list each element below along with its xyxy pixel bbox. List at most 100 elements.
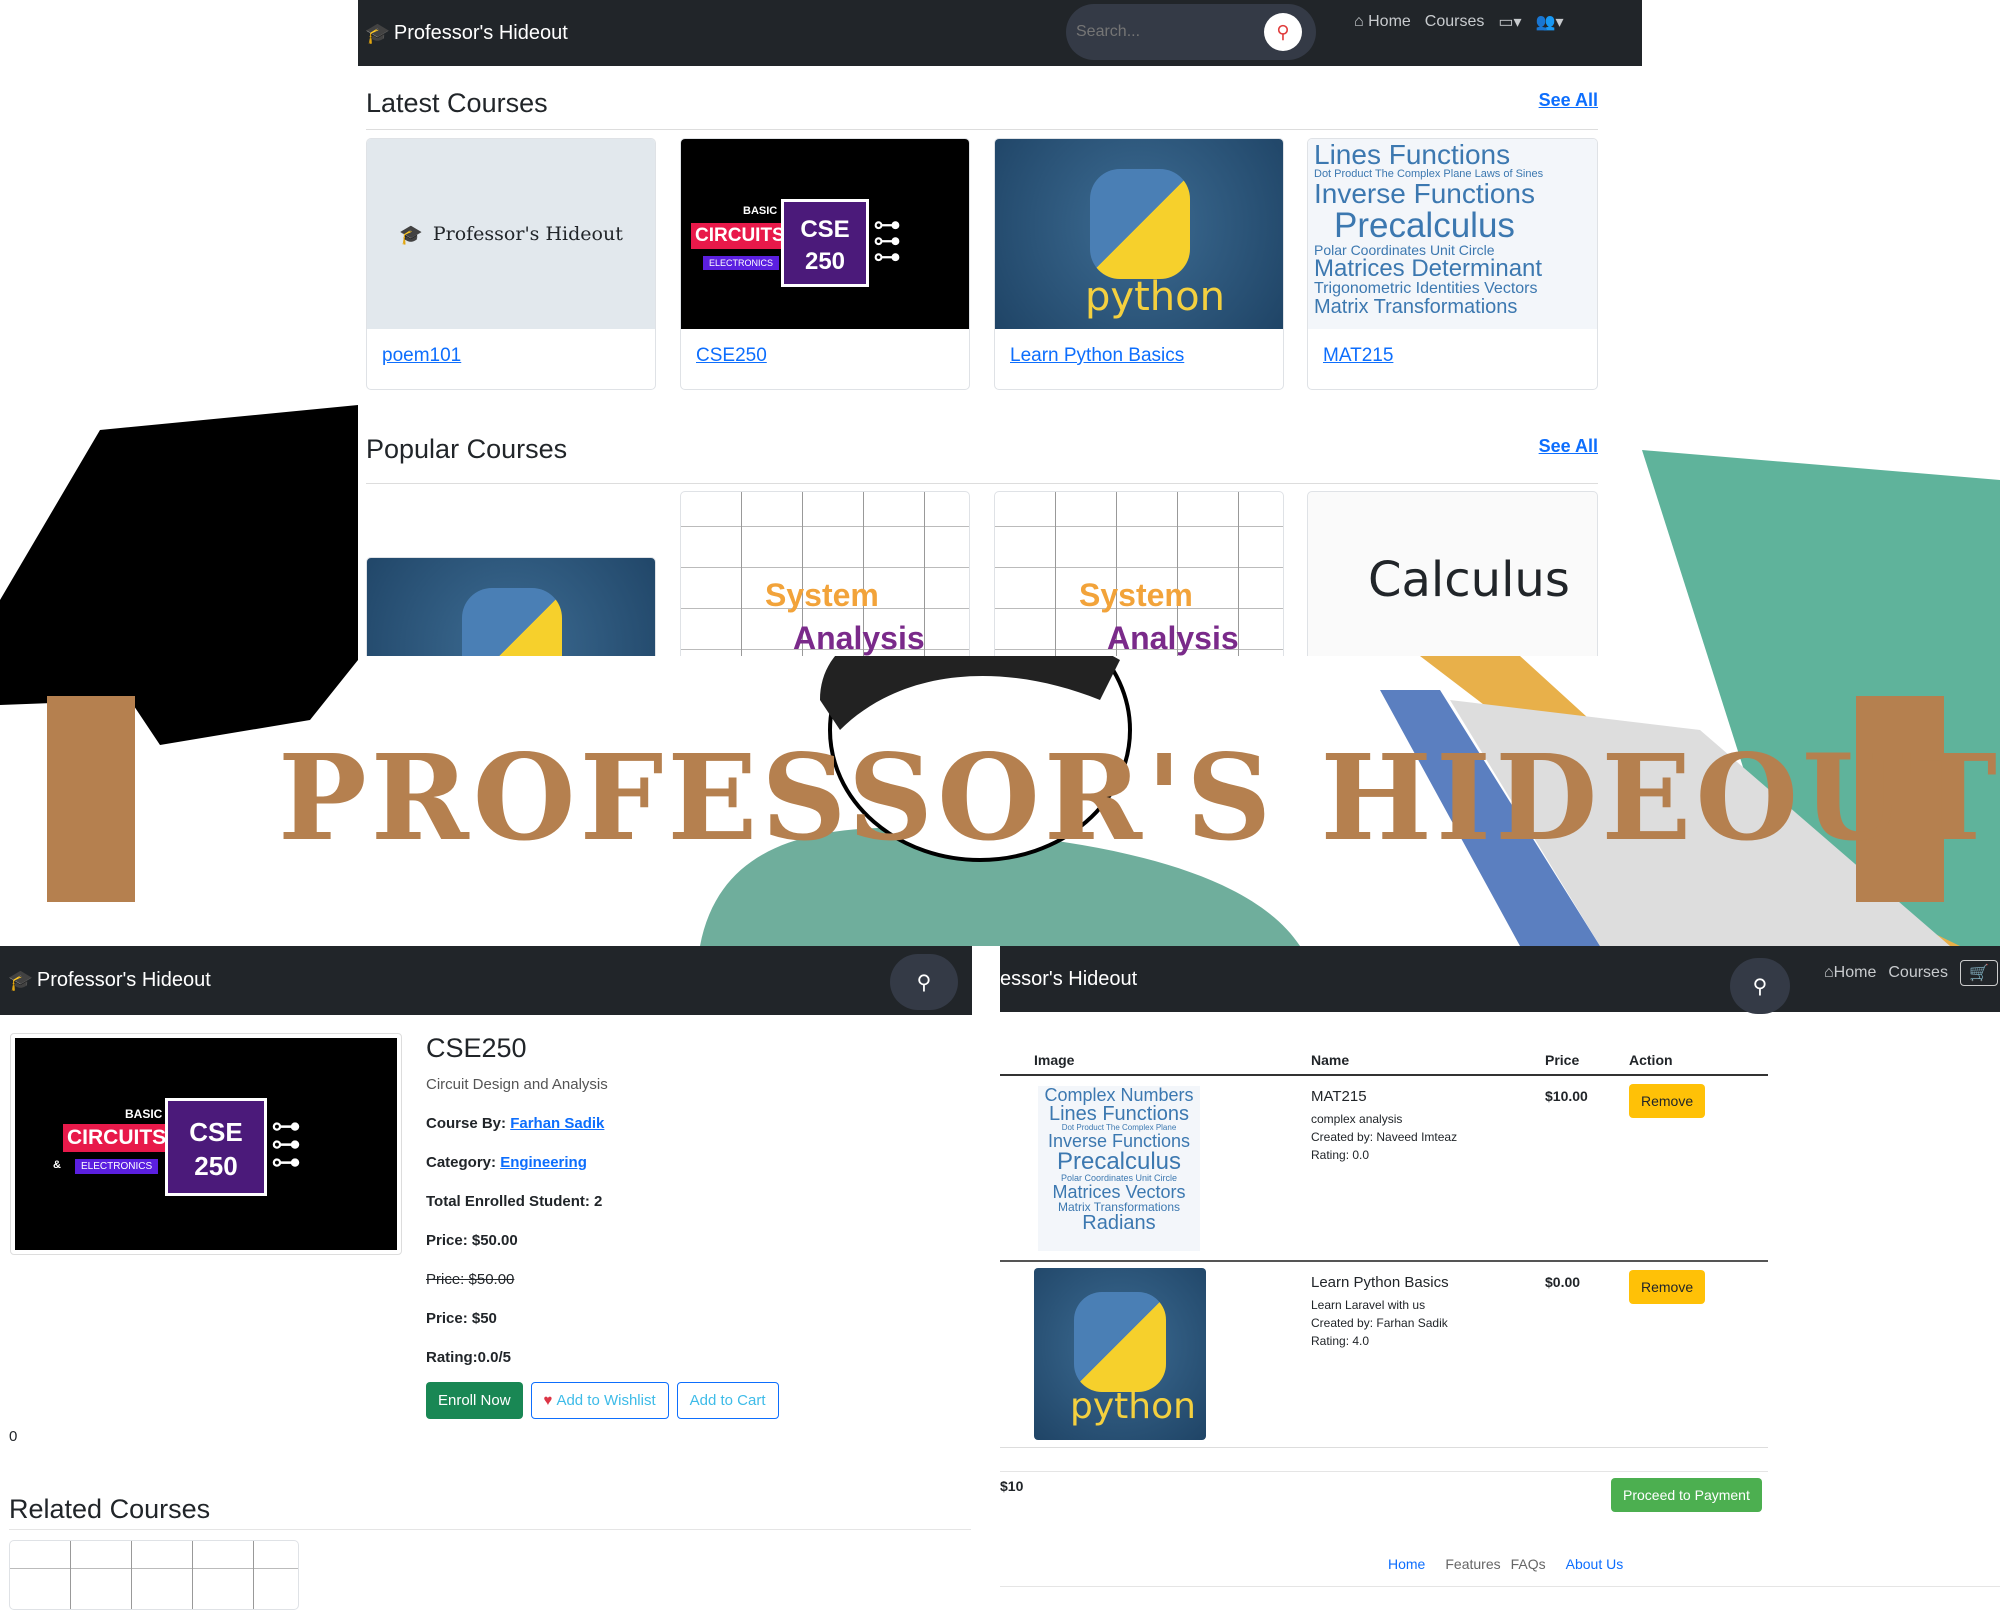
cart-icon[interactable]: 🛒 bbox=[1959, 960, 1998, 986]
wishlist-label: Add to Wishlist bbox=[556, 1392, 656, 1409]
item-desc: complex analysis bbox=[1311, 1112, 1403, 1126]
search-input[interactable] bbox=[1076, 23, 1256, 41]
brand-link[interactable]: 🎓 Professor's Hideout bbox=[365, 21, 568, 46]
wc-word: Radians bbox=[1082, 1212, 1156, 1234]
calculus-word: Calculus bbox=[1368, 552, 1570, 608]
instructor-link[interactable]: Farhan Sadik bbox=[510, 1115, 604, 1132]
add-to-cart-button[interactable]: Add to Cart bbox=[676, 1382, 779, 1419]
enrolled-count: Total Enrolled Student: 2 bbox=[426, 1193, 603, 1210]
course-detail-page: 🎓 Professor's Hideout ⚲ BASIC CIRCUITS & … bbox=[0, 946, 972, 1610]
item-price: $10.00 bbox=[1545, 1088, 1588, 1104]
course-card[interactable]: 🎓 Professor's Hideout poem101 bbox=[366, 138, 656, 390]
category-label: Category: bbox=[426, 1154, 497, 1171]
circuits-label: CIRCUITS bbox=[63, 1124, 171, 1152]
course-card[interactable]: Lines Functions Dot Product The Complex … bbox=[1307, 138, 1598, 390]
item-name: MAT215 bbox=[1311, 1088, 1367, 1105]
brand-text[interactable]: essor's Hideout bbox=[1000, 968, 1137, 991]
footer-links: Home Features FAQs About Us bbox=[1388, 1556, 1623, 1572]
wc-word: Lines Functions bbox=[1314, 139, 1511, 170]
remove-button[interactable]: Remove bbox=[1629, 1084, 1706, 1118]
old-price: Price: $50.00 bbox=[426, 1271, 515, 1288]
course-card[interactable]: BASIC CIRCUITS ELECTRONICS CSE 250 ⊶ ⊶ ⊶ CS… bbox=[680, 138, 970, 390]
basic-label: BASIC bbox=[743, 205, 778, 217]
item-rating: Rating: 4.0 bbox=[1311, 1334, 1370, 1348]
price: Price: $50.00 bbox=[426, 1232, 518, 1249]
course-card[interactable]: python Learn Python Basics bbox=[994, 138, 1284, 390]
enroll-now-button[interactable]: Enroll Now bbox=[426, 1382, 523, 1419]
item-price: $0.00 bbox=[1545, 1274, 1581, 1290]
item-rating: Rating: 0.0 bbox=[1311, 1148, 1370, 1162]
footer-about-link[interactable]: About Us bbox=[1566, 1556, 1624, 1572]
electronics-label: ELECTRONICS bbox=[75, 1159, 159, 1174]
nav-courses[interactable]: Courses bbox=[1425, 13, 1485, 31]
num-text: 250 bbox=[804, 248, 846, 275]
ampersand-label: & bbox=[53, 1159, 61, 1171]
circuit-traces-icon: ⊶ ⊶ ⊶ bbox=[271, 1110, 301, 1179]
cse-text: CSE bbox=[800, 216, 850, 243]
footer-home-link[interactable]: Home bbox=[1388, 1556, 1425, 1572]
banner-bar-left bbox=[47, 696, 135, 902]
graduation-cap-icon: 🎓 bbox=[399, 223, 423, 246]
users-dropdown-icon[interactable]: 👥▾ bbox=[1536, 12, 1564, 32]
divider bbox=[1000, 1471, 1768, 1472]
popular-course-card[interactable]: System Analysis bbox=[994, 491, 1284, 656]
item-image-wordcloud: Complex Numbers Lines Functions Dot Prod… bbox=[1038, 1086, 1200, 1251]
electronics-label: ELECTRONICS bbox=[703, 256, 780, 270]
wc-word: Inverse Functions bbox=[1314, 178, 1535, 209]
search-button[interactable]: ⚲ bbox=[1264, 13, 1302, 51]
analysis-word: Analysis bbox=[793, 620, 925, 656]
nav-home[interactable]: ⌂Home bbox=[1824, 964, 1876, 982]
nav-courses[interactable]: Courses bbox=[1888, 964, 1948, 982]
popular-course-card[interactable]: System Analysis bbox=[680, 491, 970, 656]
course-title-link[interactable]: MAT215 bbox=[1323, 345, 1393, 366]
python-word: python bbox=[1085, 274, 1225, 320]
top-navbar: 🎓Professor's Hideout ⚲ ⌂ Home Courses ▭▾… bbox=[358, 0, 1642, 66]
rating: Rating:0.0/5 bbox=[426, 1349, 512, 1366]
heart-icon: ♥ bbox=[543, 1392, 553, 1409]
search-icon: ⚲ bbox=[1752, 975, 1768, 998]
search-icon: ⚲ bbox=[916, 971, 932, 994]
placeholder-text: Professor's Hideout bbox=[432, 223, 623, 245]
python-logo-icon bbox=[1074, 1292, 1166, 1392]
proceed-to-payment-button[interactable]: Proceed to Payment bbox=[1611, 1478, 1762, 1512]
course-by-label: Course By: bbox=[426, 1115, 507, 1132]
course-subtitle: Circuit Design and Analysis bbox=[426, 1076, 608, 1093]
cart-table: Image Name Price Action Complex Numbers … bbox=[1000, 1046, 1768, 1448]
wc-word: Precalculus bbox=[1334, 206, 1515, 245]
search-button[interactable]: ⚲ bbox=[890, 954, 958, 1010]
python-logo-icon bbox=[462, 588, 562, 656]
footer-features-link[interactable]: Features bbox=[1445, 1556, 1500, 1572]
popular-courses-heading: Popular Courses bbox=[366, 434, 568, 464]
system-word: System bbox=[765, 577, 879, 613]
course-title-link[interactable]: poem101 bbox=[382, 345, 461, 366]
latest-see-all-link[interactable]: See All bbox=[1539, 90, 1598, 111]
banner-title: PROFESSOR'S HIDEOUT bbox=[278, 728, 2000, 867]
basic-label: BASIC bbox=[125, 1107, 163, 1121]
related-courses-heading: Related Courses bbox=[9, 1494, 211, 1524]
footer-faqs-link[interactable]: FAQs bbox=[1511, 1556, 1546, 1572]
popular-see-all-link[interactable]: See All bbox=[1539, 436, 1598, 457]
popular-course-card[interactable]: python bbox=[366, 557, 656, 656]
system-word: System bbox=[1079, 577, 1193, 613]
teacher-dropdown-icon[interactable]: ▭▾ bbox=[1498, 12, 1521, 32]
remove-button[interactable]: Remove bbox=[1629, 1270, 1706, 1304]
brand-text: Professor's Hideout bbox=[36, 969, 211, 991]
category-link[interactable]: Engineering bbox=[500, 1154, 587, 1171]
brand-link[interactable]: 🎓 Professor's Hideout bbox=[8, 968, 211, 993]
nav-home[interactable]: ⌂ Home bbox=[1354, 13, 1411, 31]
divider bbox=[1000, 1586, 2000, 1587]
course-image-placeholder: 🎓 Professor's Hideout bbox=[367, 139, 655, 329]
graduation-cap-icon: 🎓 bbox=[8, 970, 33, 992]
header-name: Name bbox=[1311, 1052, 1350, 1068]
wc-word: Matrices Determinant bbox=[1314, 255, 1543, 282]
search-button[interactable]: ⚲ bbox=[1730, 958, 1790, 1014]
course-by: Course By: Farhan Sadik bbox=[426, 1115, 946, 1132]
nav-home-label: Home bbox=[1833, 964, 1877, 981]
item-creator: Created by: Farhan Sadik bbox=[1311, 1316, 1448, 1330]
add-to-wishlist-button[interactable]: ♥ Add to Wishlist bbox=[530, 1382, 669, 1419]
course-title: CSE250 bbox=[426, 1033, 527, 1063]
popular-course-card[interactable]: Calculus bbox=[1307, 491, 1598, 656]
course-title-link[interactable]: CSE250 bbox=[696, 345, 767, 366]
course-title-link[interactable]: Learn Python Basics bbox=[1010, 345, 1184, 366]
cse-text: CSE bbox=[189, 1117, 243, 1147]
